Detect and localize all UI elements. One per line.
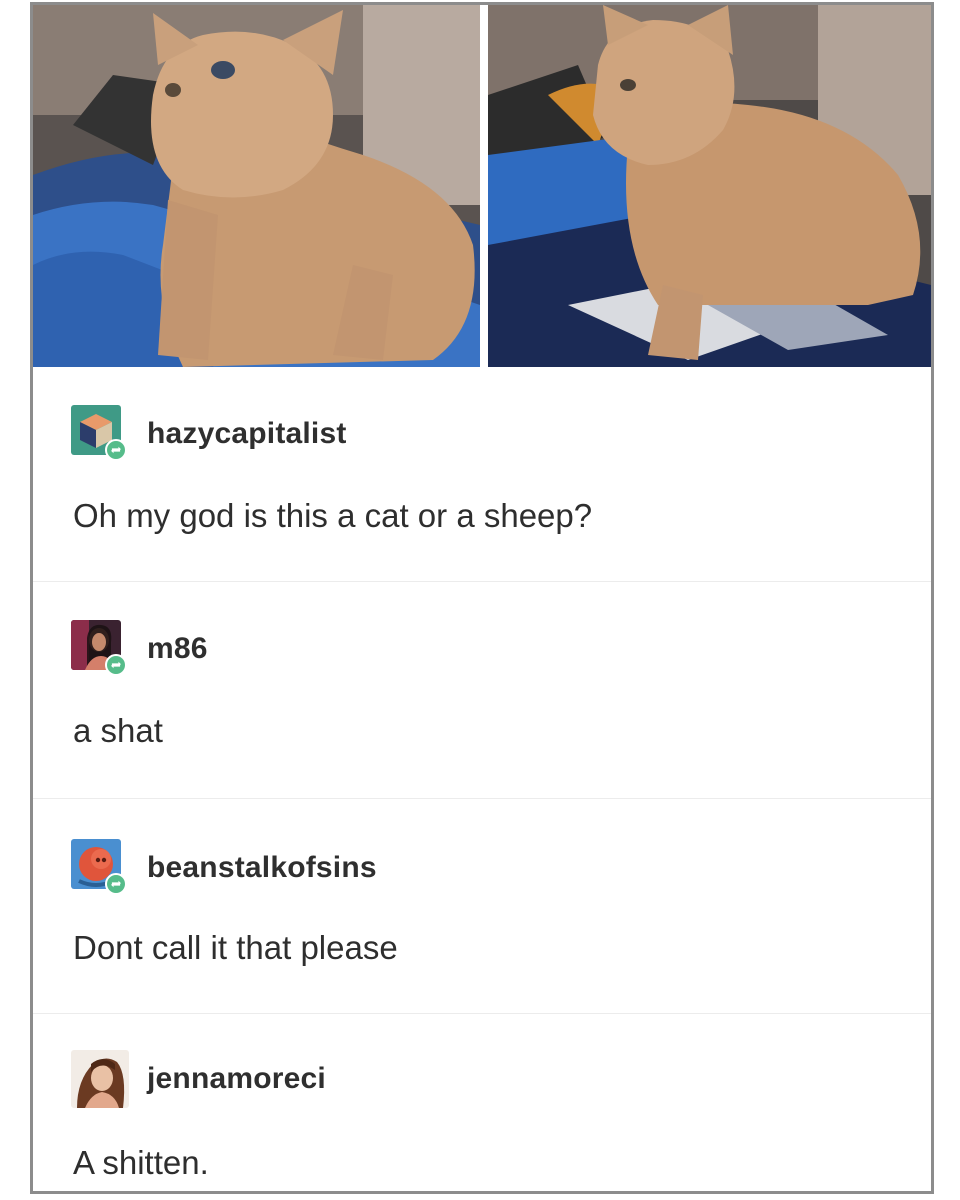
- post-text: a shat: [73, 712, 163, 749]
- username[interactable]: jennamoreci: [147, 1062, 326, 1096]
- avatar[interactable]: [71, 839, 129, 897]
- reblog-icon: [105, 439, 127, 461]
- avatar[interactable]: [71, 405, 129, 463]
- post-text: Oh my god is this a cat or a sheep?: [73, 497, 593, 534]
- reblog-icon: [105, 654, 127, 676]
- avatar[interactable]: [71, 620, 129, 678]
- username[interactable]: beanstalkofsins: [147, 851, 377, 885]
- reblog-thread: hazycapitalist Oh my god is this a cat o…: [33, 367, 931, 1191]
- tumblr-post: hazycapitalist Oh my god is this a cat o…: [30, 2, 934, 1194]
- user-row: beanstalkofsins: [71, 839, 377, 897]
- reblog-entry: m86 a shat: [33, 582, 931, 799]
- user-row: hazycapitalist: [71, 405, 347, 463]
- reblog-icon: [105, 873, 127, 895]
- woman-avatar-icon: [71, 1050, 129, 1108]
- username[interactable]: hazycapitalist: [147, 417, 347, 451]
- reblog-entry: hazycapitalist Oh my god is this a cat o…: [33, 367, 931, 582]
- username[interactable]: m86: [147, 632, 208, 666]
- reblog-entry: beanstalkofsins Dont call it that please: [33, 799, 931, 1014]
- photo-set: [33, 5, 931, 367]
- kitten-image: [488, 5, 931, 367]
- user-row: m86: [71, 620, 208, 678]
- avatar[interactable]: [71, 1050, 129, 1108]
- kitten-image: [33, 5, 480, 367]
- post-text: Dont call it that please: [73, 929, 398, 966]
- curly-kitten-photo-1[interactable]: [33, 5, 480, 367]
- reblog-entry: jennamoreci A shitten.: [33, 1014, 931, 1191]
- curly-kitten-photo-2[interactable]: [488, 5, 931, 367]
- user-row: jennamoreci: [71, 1050, 326, 1108]
- post-text: A shitten.: [73, 1144, 209, 1181]
